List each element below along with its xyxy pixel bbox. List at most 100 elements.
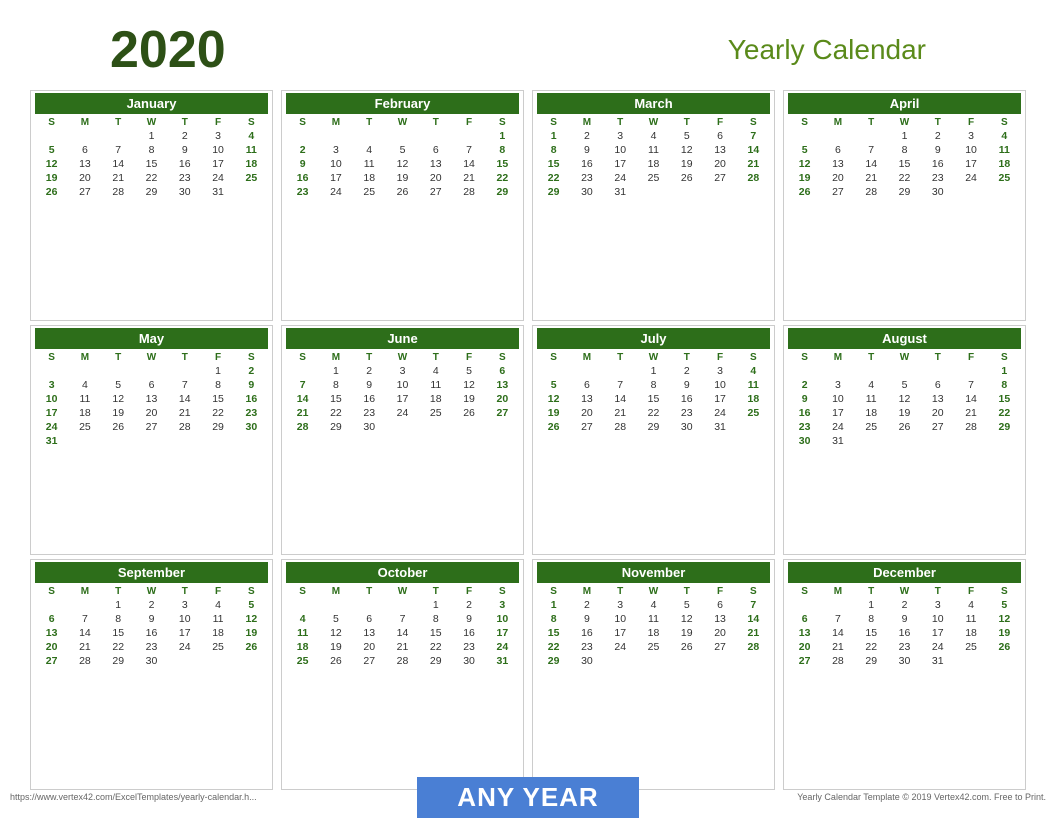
month-table-july: SMTWTFS123456789101112131415161718192021…: [537, 351, 770, 434]
calendar-day: 10: [604, 143, 637, 157]
calendar-day: 6: [570, 378, 603, 392]
calendar-day: [286, 598, 319, 612]
calendar-day: 12: [452, 378, 485, 392]
weekday-header: M: [570, 351, 603, 364]
calendar-day: 20: [68, 171, 101, 185]
calendar-day: 3: [604, 598, 637, 612]
calendar-day: 8: [855, 612, 888, 626]
calendar-day: 21: [386, 640, 419, 654]
calendar-day: [419, 420, 452, 434]
weekday-header: M: [570, 116, 603, 129]
calendar-day: 8: [319, 378, 352, 392]
calendar-day: 19: [670, 626, 703, 640]
weekday-header: F: [954, 116, 987, 129]
calendar-day: 13: [921, 392, 954, 406]
month-table-november: SMTWTFS123456789101112131415161718192021…: [537, 585, 770, 668]
calendar-day: [988, 185, 1021, 199]
calendar-day: [286, 364, 319, 378]
calendar-day: [855, 434, 888, 448]
calendar-day: 16: [670, 392, 703, 406]
calendar-day: 29: [201, 420, 234, 434]
calendar-day: 17: [201, 157, 234, 171]
calendar-day: 23: [570, 171, 603, 185]
month-table-september: SMTWTFS123456789101112131415161718192021…: [35, 585, 268, 668]
calendar-day: 23: [788, 420, 821, 434]
calendar-day: 9: [670, 378, 703, 392]
weekday-header: M: [570, 585, 603, 598]
calendar-day: 12: [235, 612, 268, 626]
calendar-day: 31: [201, 185, 234, 199]
calendar-day: 3: [604, 129, 637, 143]
calendar-day: 22: [102, 640, 135, 654]
calendar-day: 2: [353, 364, 386, 378]
weekday-header: S: [537, 585, 570, 598]
calendar-day: 24: [604, 640, 637, 654]
calendar-day: 30: [570, 185, 603, 199]
calendar-day: 16: [570, 157, 603, 171]
calendar-day: 10: [821, 392, 854, 406]
calendar-day: 6: [921, 378, 954, 392]
calendar-day: 13: [353, 626, 386, 640]
calendar-day: [452, 129, 485, 143]
calendar-day: 26: [35, 185, 68, 199]
calendar-day: [821, 598, 854, 612]
calendar-day: 3: [386, 364, 419, 378]
calendar-day: 8: [988, 378, 1021, 392]
calendar-day: [988, 434, 1021, 448]
calendar-day: 7: [102, 143, 135, 157]
calendar-day: 16: [570, 626, 603, 640]
calendar-day: 17: [168, 626, 201, 640]
calendar-day: 26: [235, 640, 268, 654]
calendar-day: 19: [319, 640, 352, 654]
month-table-february: SMTWTFS123456789101112131415161718192021…: [286, 116, 519, 199]
weekday-header: M: [68, 351, 101, 364]
calendar-day: 14: [286, 392, 319, 406]
weekday-header: W: [386, 585, 419, 598]
weekday-header: T: [855, 585, 888, 598]
weekday-header: S: [988, 351, 1021, 364]
weekday-header: W: [888, 585, 921, 598]
calendar-day: 16: [168, 157, 201, 171]
month-table-january: SMTWTFS123456789101112131415161718192021…: [35, 116, 268, 199]
calendar-day: 22: [637, 406, 670, 420]
calendar-day: 22: [419, 640, 452, 654]
month-block-november: NovemberSMTWTFS1234567891011121314151617…: [532, 559, 775, 790]
calendar-day: 10: [604, 612, 637, 626]
calendar-day: 17: [604, 157, 637, 171]
calendar-day: 28: [286, 420, 319, 434]
calendar-day: 21: [286, 406, 319, 420]
calendar-day: [737, 420, 770, 434]
calendar-day: 25: [988, 171, 1021, 185]
weekday-header: S: [35, 351, 68, 364]
calendar-day: 9: [452, 612, 485, 626]
calendar-day: [888, 434, 921, 448]
calendar-day: 5: [670, 598, 703, 612]
weekday-header: F: [703, 351, 736, 364]
calendar-day: 28: [102, 185, 135, 199]
weekday-header: T: [604, 585, 637, 598]
calendar-day: 18: [286, 640, 319, 654]
calendar-day: [670, 654, 703, 668]
calendar-day: 22: [988, 406, 1021, 420]
calendar-day: [235, 434, 268, 448]
month-table-october: SMTWTFS123456789101112131415161718192021…: [286, 585, 519, 668]
calendar-day: 26: [988, 640, 1021, 654]
calendar-day: 2: [670, 364, 703, 378]
calendar-day: 3: [319, 143, 352, 157]
calendar-day: 6: [821, 143, 854, 157]
weekday-header: S: [537, 116, 570, 129]
calendar-day: 25: [286, 654, 319, 668]
calendar-day: [921, 434, 954, 448]
calendar-day: [386, 129, 419, 143]
calendar-day: 4: [954, 598, 987, 612]
calendar-day: 10: [921, 612, 954, 626]
weekday-header: S: [486, 585, 519, 598]
weekday-header: F: [954, 351, 987, 364]
weekday-header: S: [486, 116, 519, 129]
calendar-day: 6: [419, 143, 452, 157]
month-block-june: JuneSMTWTFS12345678910111213141516171819…: [281, 325, 524, 556]
calendar-day: 29: [419, 654, 452, 668]
weekday-header: W: [637, 116, 670, 129]
calendar-day: 21: [452, 171, 485, 185]
calendar-day: 14: [68, 626, 101, 640]
